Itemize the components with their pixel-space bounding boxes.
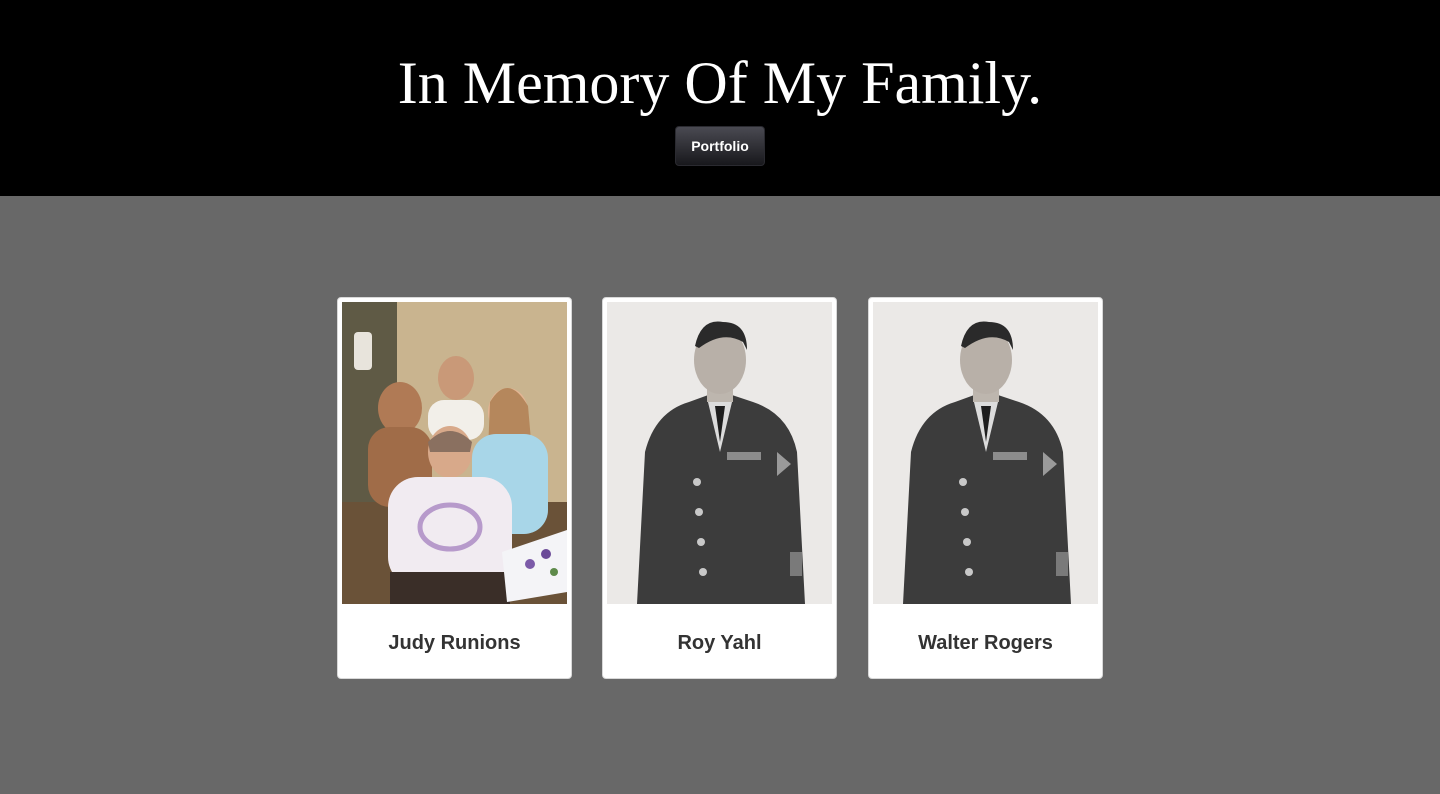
- card-name: Walter Rogers: [918, 632, 1053, 654]
- family-photo: [342, 302, 567, 604]
- portfolio-button[interactable]: Portfolio: [675, 126, 765, 166]
- soldier-photo: [607, 302, 832, 604]
- memorial-card[interactable]: Walter Rogers: [868, 297, 1103, 679]
- site-header: In Memory Of My Family. Portfolio: [0, 0, 1440, 196]
- card-name: Roy Yahl: [677, 632, 762, 654]
- memorial-card[interactable]: Roy Yahl: [602, 297, 837, 679]
- soldier-photo: [873, 302, 1098, 604]
- memorial-card[interactable]: Judy Runions: [337, 297, 572, 679]
- site-title: In Memory Of My Family.: [397, 50, 1043, 116]
- card-name: Judy Runions: [388, 632, 521, 654]
